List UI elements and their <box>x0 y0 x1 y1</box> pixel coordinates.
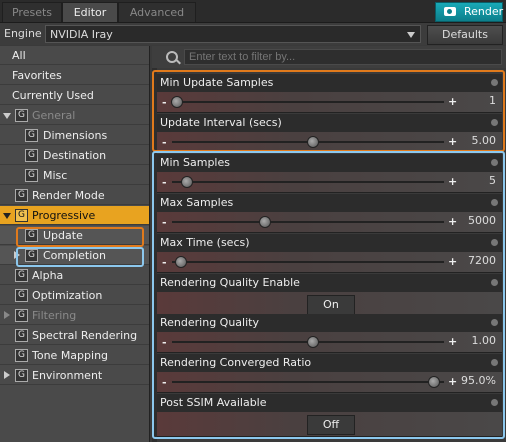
highlight-completion <box>16 247 144 267</box>
group-icon: G <box>15 369 28 382</box>
group-icon: G <box>15 289 28 302</box>
group-icon: G <box>15 309 28 322</box>
sidebar-item-optimization[interactable]: G Optimization <box>0 286 149 305</box>
sidebar-item-currently-used[interactable]: Currently Used <box>0 86 149 105</box>
sidebar-item-misc[interactable]: G Misc <box>0 166 149 185</box>
expand-arrow-icon[interactable] <box>4 311 10 319</box>
search-icon <box>166 51 178 63</box>
highlight-completion-group <box>152 151 505 439</box>
sidebar-item-tone-mapping[interactable]: G Tone Mapping <box>0 346 149 365</box>
engine-value: NVIDIA Iray <box>50 28 113 41</box>
group-icon: G <box>25 129 38 142</box>
sidebar-item-all[interactable]: All <box>0 46 149 65</box>
tab-editor[interactable]: Editor <box>62 2 118 22</box>
filter-row <box>152 46 506 68</box>
camera-icon <box>444 7 456 16</box>
group-icon: G <box>25 169 38 182</box>
highlight-update <box>16 227 144 247</box>
render-button[interactable]: Render <box>435 2 503 22</box>
group-icon: G <box>15 329 28 342</box>
group-icon: G <box>15 109 28 122</box>
engine-select[interactable]: NVIDIA Iray <box>45 25 421 43</box>
tab-advanced[interactable]: Advanced <box>118 2 196 22</box>
group-icon: G <box>15 209 28 222</box>
sidebar-item-general[interactable]: G General <box>0 106 149 125</box>
group-icon: G <box>15 189 28 202</box>
sidebar-item-environment[interactable]: G Environment <box>0 366 149 385</box>
sidebar-item-render-mode[interactable]: G Render Mode <box>0 186 149 205</box>
chevron-down-icon <box>407 32 415 38</box>
tab-bar: Presets Editor Advanced Render <box>0 0 506 23</box>
sidebar-item-spectral-rendering[interactable]: G Spectral Rendering <box>0 326 149 345</box>
expand-arrow-icon[interactable] <box>3 213 11 219</box>
group-icon: G <box>15 269 28 282</box>
engine-label: Engine : <box>4 27 49 40</box>
group-icon: G <box>15 349 28 362</box>
engine-row: Engine : NVIDIA Iray Defaults <box>0 23 506 45</box>
sidebar-item-dimensions[interactable]: G Dimensions <box>0 126 149 145</box>
expand-arrow-icon[interactable] <box>4 371 10 379</box>
tab-presets[interactable]: Presets <box>2 2 62 22</box>
sidebar-item-filtering[interactable]: G Filtering <box>0 306 149 325</box>
expand-arrow-icon[interactable] <box>3 113 11 119</box>
sidebar-item-favorites[interactable]: Favorites <box>0 66 149 85</box>
render-button-label: Render <box>464 5 504 18</box>
sidebar-item-destination[interactable]: G Destination <box>0 146 149 165</box>
group-icon: G <box>25 149 38 162</box>
sidebar-item-progressive-rendering[interactable]: G Progressive Rendering <box>0 206 149 241</box>
sidebar-item-alpha[interactable]: G Alpha <box>0 266 149 285</box>
defaults-button[interactable]: Defaults <box>427 25 503 45</box>
filter-input[interactable] <box>184 49 502 65</box>
highlight-update-group <box>152 70 505 152</box>
